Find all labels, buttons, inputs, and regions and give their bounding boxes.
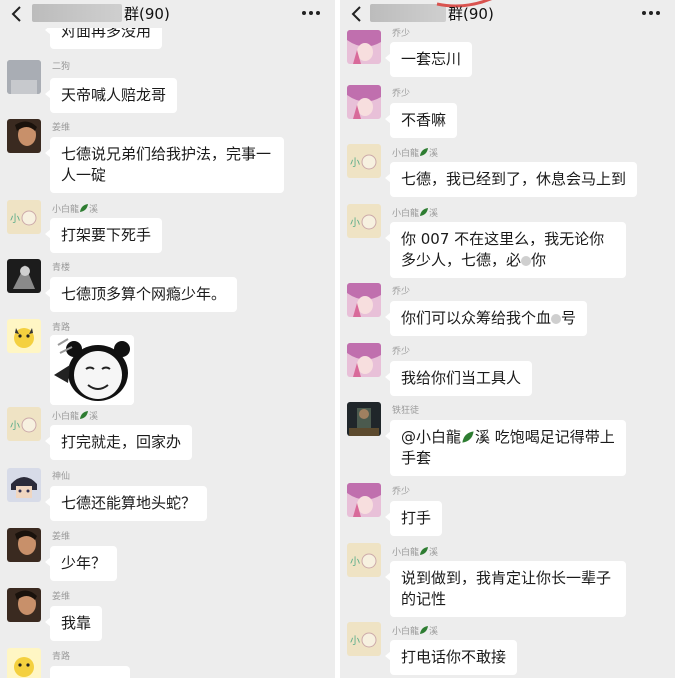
chat-panel-left: 对面再多没用 二狗 天帝喊人赔龙哥 姜维 七德说兄弟们给我护法，完事一人一碇 小… <box>0 0 335 678</box>
avatar[interactable]: 小 <box>7 200 41 234</box>
message-bubble[interactable]: 打完就走，回家办 <box>44 425 193 460</box>
svg-text:小: 小 <box>350 217 360 229</box>
redacted-character <box>551 314 562 324</box>
message-bubble[interactable]: 我靠 <box>44 606 103 641</box>
avatar[interactable] <box>7 588 41 622</box>
sender-name: 小白龍溪 <box>392 148 439 159</box>
leaf-emoji-icon <box>420 547 429 555</box>
message-bubble[interactable]: 说到做到，我肯定让你长一辈子的记性 <box>385 561 626 617</box>
sender-name: 乔少 <box>392 89 411 99</box>
avatar[interactable] <box>347 343 381 377</box>
panda-meme-sticker <box>50 335 134 405</box>
chat-header: 群(90) <box>0 0 335 28</box>
avatar[interactable] <box>7 119 41 153</box>
avatar[interactable] <box>7 319 41 353</box>
chat-header: 群(90) <box>340 0 675 28</box>
message-bubble[interactable]: 七德还能算地头蛇？ <box>44 486 208 521</box>
avatar[interactable]: 小 <box>347 543 381 577</box>
sender-name: 小白龍溪 <box>392 626 439 637</box>
redacted-character <box>521 256 532 266</box>
chat-title[interactable]: 群(90) <box>124 3 170 24</box>
message-bubble[interactable]: 天帝喊人赔龙哥 <box>44 78 178 113</box>
sender-name: 二狗 <box>52 62 71 72</box>
avatar[interactable] <box>347 402 381 436</box>
sender-name: 姜维 <box>52 592 71 602</box>
sender-name: 青路 <box>52 652 71 662</box>
leaf-emoji-icon <box>80 204 89 212</box>
avatar[interactable] <box>347 283 381 317</box>
sticker-image[interactable] <box>50 335 134 405</box>
message-bubble[interactable]: 打手 <box>384 501 443 536</box>
avatar[interactable] <box>7 468 41 502</box>
sender-name: 青路 <box>52 323 71 333</box>
message-bubble[interactable]: 我给你们当工具人 <box>384 361 533 396</box>
svg-text:小: 小 <box>350 157 360 169</box>
message-bubble[interactable]: @小白龍溪 吃饱喝足记得带上手套 <box>385 420 626 476</box>
avatar[interactable] <box>7 259 41 293</box>
sender-name: 小白龍溪 <box>52 411 99 422</box>
leaf-emoji-icon <box>80 411 89 419</box>
leaf-emoji-icon <box>462 431 474 443</box>
message-bubble[interactable]: 你们可以众筹给我个血号 <box>384 301 588 336</box>
sender-name: 乔少 <box>392 29 411 39</box>
avatar[interactable] <box>7 60 41 94</box>
avatar[interactable] <box>7 528 41 562</box>
svg-text:小: 小 <box>350 556 360 568</box>
svg-text:小: 小 <box>350 635 360 647</box>
avatar[interactable]: 小 <box>347 622 381 656</box>
sender-name: 小白龍溪 <box>52 204 99 215</box>
message-bubble[interactable]: 打架要下死手 <box>44 218 163 253</box>
avatar[interactable] <box>347 483 381 517</box>
chat-title[interactable]: 群(90) <box>448 3 494 24</box>
group-name-redacted <box>32 4 122 22</box>
sender-name: 姜维 <box>52 123 71 133</box>
message-bubble[interactable] <box>45 666 130 678</box>
sender-name: 乔少 <box>392 487 411 497</box>
avatar[interactable]: 小 <box>7 407 41 441</box>
svg-text:小: 小 <box>10 420 20 432</box>
sender-name: 神仙 <box>52 472 71 482</box>
sender-name: 乔少 <box>392 347 411 357</box>
chevron-left-icon[interactable] <box>348 5 366 23</box>
sender-name: 小白龍溪 <box>392 208 439 219</box>
message-bubble[interactable]: 七德，我已经到了，休息会马上到 <box>384 162 638 197</box>
message-list[interactable]: 乔少 一套忘川 乔少 不香嘛 小 小白龍溪 七德，我已经到了，休息会马上到 小 <box>340 0 675 678</box>
message-bubble[interactable]: 不香嘛 <box>384 103 458 138</box>
leaf-emoji-icon <box>420 148 429 156</box>
sender-name: 姜维 <box>52 532 71 542</box>
message-bubble[interactable]: 七德顶多算个网瘾少年。 <box>44 277 238 312</box>
sender-name: 小白龍溪 <box>392 547 439 558</box>
message-bubble[interactable]: 少年？ <box>44 546 118 581</box>
avatar[interactable] <box>347 30 381 64</box>
sender-name: 乔少 <box>392 287 411 297</box>
message-bubble[interactable]: 打电话你不敢接 <box>384 640 518 675</box>
message-list[interactable]: 对面再多没用 二狗 天帝喊人赔龙哥 姜维 七德说兄弟们给我护法，完事一人一碇 小… <box>0 0 335 678</box>
avatar[interactable] <box>7 648 41 678</box>
leaf-emoji-icon <box>420 626 429 634</box>
sender-name: 铁狂徒 <box>392 406 420 416</box>
more-dots-icon[interactable] <box>641 6 661 20</box>
message-bubble[interactable]: 七德说兄弟们给我护法，完事一人一碇 <box>45 137 284 193</box>
message-bubble[interactable]: 你 007 不在这里么，我无论你多少人，七德，必你 <box>385 222 626 278</box>
chevron-left-icon[interactable] <box>8 5 26 23</box>
avatar[interactable] <box>347 85 381 119</box>
chat-panel-right: 乔少 一套忘川 乔少 不香嘛 小 小白龍溪 七德，我已经到了，休息会马上到 小 <box>340 0 675 678</box>
avatar[interactable]: 小 <box>347 204 381 238</box>
more-dots-icon[interactable] <box>301 6 321 20</box>
avatar[interactable]: 小 <box>347 144 381 178</box>
message-bubble[interactable]: 一套忘川 <box>384 42 473 77</box>
sender-name: 青楼 <box>52 263 71 273</box>
leaf-emoji-icon <box>420 208 429 216</box>
svg-text:小: 小 <box>10 213 20 225</box>
